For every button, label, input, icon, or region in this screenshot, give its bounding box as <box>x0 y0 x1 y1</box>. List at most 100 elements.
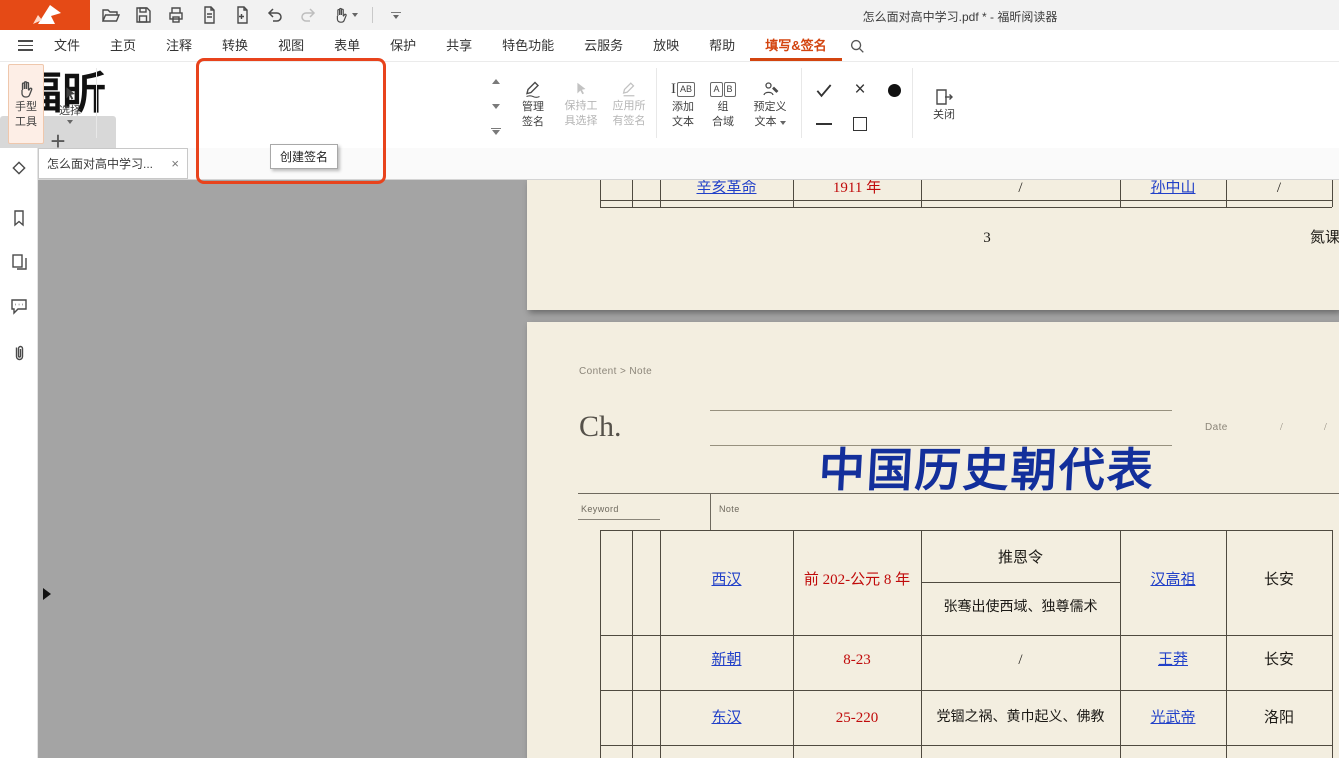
keyword-label: Keyword <box>581 504 619 514</box>
signature-scroll-down-button[interactable] <box>488 95 504 117</box>
new-doc-icon[interactable] <box>232 5 252 25</box>
grid-line <box>1332 530 1333 758</box>
menu-present[interactable]: 放映 <box>638 30 694 61</box>
manage-signature-button[interactable]: 管理 签名 <box>512 64 554 144</box>
menu-convert[interactable]: 转换 <box>207 30 263 61</box>
search-icon[interactable] <box>848 37 866 55</box>
save-icon[interactable] <box>133 5 153 25</box>
pages-panel-icon[interactable] <box>9 252 29 272</box>
grid-line <box>632 530 633 758</box>
menu-help[interactable]: 帮助 <box>694 30 750 61</box>
dot-stamp-button[interactable] <box>880 76 908 104</box>
signature-gallery-expand-button[interactable] <box>488 120 504 142</box>
ribbon-separator <box>96 68 97 138</box>
grid-line <box>600 690 1332 691</box>
menu-fill-sign[interactable]: 填写&签名 <box>750 30 841 61</box>
cursor-icon <box>61 85 79 103</box>
toolbar-separator <box>372 7 373 23</box>
predefined-caret-icon <box>780 121 786 125</box>
document-tab-title: 怎么面对高中学习... <box>47 155 153 172</box>
breadcrumb: Content > Note <box>579 366 652 377</box>
open-file-icon[interactable] <box>100 5 120 25</box>
annotate-icon[interactable] <box>9 158 29 178</box>
undo-icon[interactable] <box>265 5 285 25</box>
manage-signature-icon <box>523 79 543 99</box>
hand-mode-icon[interactable] <box>331 5 359 25</box>
grid-line <box>921 582 1120 583</box>
grid-line <box>578 519 660 520</box>
menu-bar: 文件 主页 注释 转换 视图 表单 保护 共享 特色功能 云服务 放映 帮助 填… <box>0 30 1339 62</box>
menu-share[interactable]: 共享 <box>431 30 487 61</box>
grid-line <box>600 530 601 758</box>
founder-link[interactable]: 王莽 <box>1120 650 1226 670</box>
redo-icon[interactable] <box>298 5 318 25</box>
capital-text: 洛阳 <box>1226 708 1332 728</box>
date-slash: / <box>1324 422 1327 433</box>
document-tab[interactable]: 怎么面对高中学习... × <box>38 148 188 179</box>
founder-link[interactable]: 汉高祖 <box>1120 570 1226 590</box>
grid-line <box>710 493 711 530</box>
note-text: 党锢之祸、黄巾起义、佛教 <box>921 708 1120 728</box>
hand-icon <box>16 79 36 99</box>
close-fill-sign-button[interactable]: 关闭 <box>920 64 968 144</box>
capital-text: / <box>1226 180 1332 198</box>
attachments-panel-icon[interactable] <box>9 343 29 363</box>
period-text: 8-23 <box>793 650 921 670</box>
grid-line <box>600 635 1332 636</box>
square-stamp-button[interactable] <box>846 110 874 138</box>
dynasty-link[interactable]: 西汉 <box>660 570 793 590</box>
sidebar-expand-arrow[interactable] <box>43 588 51 600</box>
hamburger-menu-icon[interactable] <box>18 40 33 51</box>
document-tab-bar: 怎么面对高中学习... × <box>38 148 1339 180</box>
page-title: 中国历史朝代表 <box>725 434 1248 500</box>
founder-link[interactable]: 光武帝 <box>1120 708 1226 728</box>
note-text: / <box>921 650 1120 670</box>
print-page-icon[interactable] <box>199 5 219 25</box>
customize-toolbar-icon[interactable] <box>386 5 406 25</box>
print-icon[interactable] <box>166 5 186 25</box>
menu-comment[interactable]: 注释 <box>151 30 207 61</box>
pdf-page-2: Content > Note Ch. 中国历史朝代表 Date / / Keyw… <box>527 322 1339 758</box>
quick-access-toolbar <box>100 0 406 30</box>
note-text: 推恩令 <box>921 548 1120 568</box>
select-tool-button[interactable]: 选择 <box>50 64 90 144</box>
clipped-edge-text: 氮课 <box>1310 228 1339 248</box>
signature-scroll-up-button[interactable] <box>488 70 504 92</box>
capital-text: 长安 <box>1226 570 1332 590</box>
ribbon-separator <box>656 68 657 138</box>
cross-stamp-button[interactable]: × <box>846 76 874 104</box>
window-title: 怎么面对高中学习.pdf * - 福昕阅读器 <box>640 8 1280 25</box>
comments-panel-icon[interactable] <box>9 296 29 316</box>
document-viewport: 辛亥革命 1911 年 / 孙中山 / 3 氮课 Content > Note … <box>38 180 1339 758</box>
page-number: 3 <box>957 228 1017 248</box>
hand-tool-button[interactable]: 手型 工具 <box>8 64 44 144</box>
dynasty-link[interactable]: 辛亥革命 <box>660 180 793 198</box>
create-signature-tooltip: 创建签名 <box>270 144 338 169</box>
grid-line <box>1332 180 1333 207</box>
grid-line <box>578 493 1339 494</box>
predefined-text-button[interactable]: 预定义 文本 <box>744 64 796 144</box>
bookmark-icon[interactable] <box>9 208 29 228</box>
add-text-button[interactable]: IAB 添加 文本 <box>663 64 703 144</box>
tab-close-icon[interactable]: × <box>171 156 179 171</box>
check-stamp-button[interactable] <box>810 76 838 104</box>
grid-line <box>632 180 633 207</box>
grid-line <box>600 200 1332 201</box>
title-bar: 怎么面对高中学习.pdf * - 福昕阅读器 <box>0 0 1339 30</box>
combine-field-button[interactable]: AB 组 合域 <box>704 64 742 144</box>
menu-form[interactable]: 表单 <box>319 30 375 61</box>
capital-text: 长安 <box>1226 650 1332 670</box>
select-caret-icon <box>67 120 73 124</box>
foxit-logo-icon <box>0 0 90 30</box>
founder-link[interactable]: 孙中山 <box>1120 180 1226 198</box>
menu-cloud[interactable]: 云服务 <box>569 30 638 61</box>
dynasty-link[interactable]: 东汉 <box>660 708 793 728</box>
date-label: Date <box>1205 422 1228 433</box>
apply-signature-icon <box>620 80 638 98</box>
line-stamp-button[interactable] <box>810 110 838 138</box>
menu-features[interactable]: 特色功能 <box>487 30 569 61</box>
dynasty-link[interactable]: 新朝 <box>660 650 793 670</box>
menu-protect[interactable]: 保护 <box>375 30 431 61</box>
exit-icon <box>934 87 954 107</box>
menu-view[interactable]: 视图 <box>263 30 319 61</box>
